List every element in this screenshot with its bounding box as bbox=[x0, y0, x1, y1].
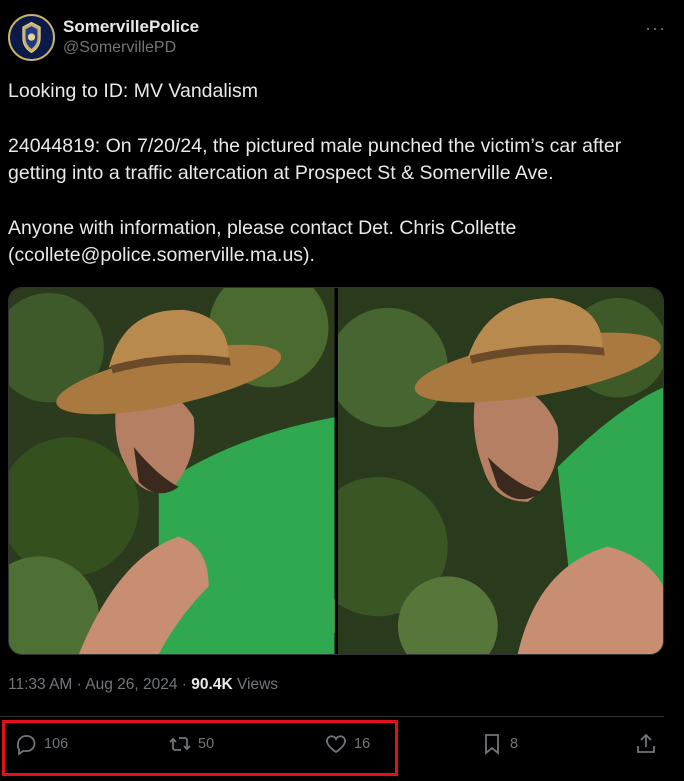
bookmark-icon bbox=[485, 734, 499, 755]
tweet-header: SomervillePolice @SomervillePD ··· bbox=[8, 14, 676, 64]
more-icon[interactable]: ··· bbox=[645, 18, 666, 39]
suspect-photo-left[interactable] bbox=[9, 288, 335, 654]
display-name[interactable]: SomervillePolice bbox=[63, 17, 199, 37]
meta-separator-2: · bbox=[177, 676, 192, 693]
suspect-photo-right[interactable] bbox=[337, 288, 663, 654]
tweet-line-incident: 24044819: On 7/20/24, the pictured male … bbox=[8, 135, 622, 184]
user-handle[interactable]: @SomervillePD bbox=[63, 37, 199, 59]
tweet-line-contact: Anyone with information, please contact … bbox=[8, 217, 517, 266]
bookmark-button[interactable]: 8 bbox=[480, 732, 518, 756]
bookmark-count: 8 bbox=[510, 736, 519, 752]
tweet-time[interactable]: 11:33 AM bbox=[8, 676, 72, 693]
views-label: Views bbox=[232, 676, 279, 693]
share-icon bbox=[637, 733, 655, 753]
divider bbox=[0, 716, 664, 717]
avatar[interactable] bbox=[8, 14, 55, 61]
meta-separator: · bbox=[72, 676, 86, 693]
share-button[interactable] bbox=[634, 732, 658, 756]
views-count: 90.4K bbox=[191, 676, 233, 693]
highlight-box bbox=[2, 720, 398, 776]
tweet-text: Looking to ID: MV Vandalism 24044819: On… bbox=[8, 78, 668, 269]
tweet-media bbox=[8, 287, 664, 655]
tweet-date[interactable]: Aug 26, 2024 bbox=[85, 676, 177, 693]
tweet-line-title: Looking to ID: MV Vandalism bbox=[8, 80, 259, 102]
tweet-meta: 11:33 AM · Aug 26, 2024 · 90.4K Views bbox=[8, 676, 278, 694]
